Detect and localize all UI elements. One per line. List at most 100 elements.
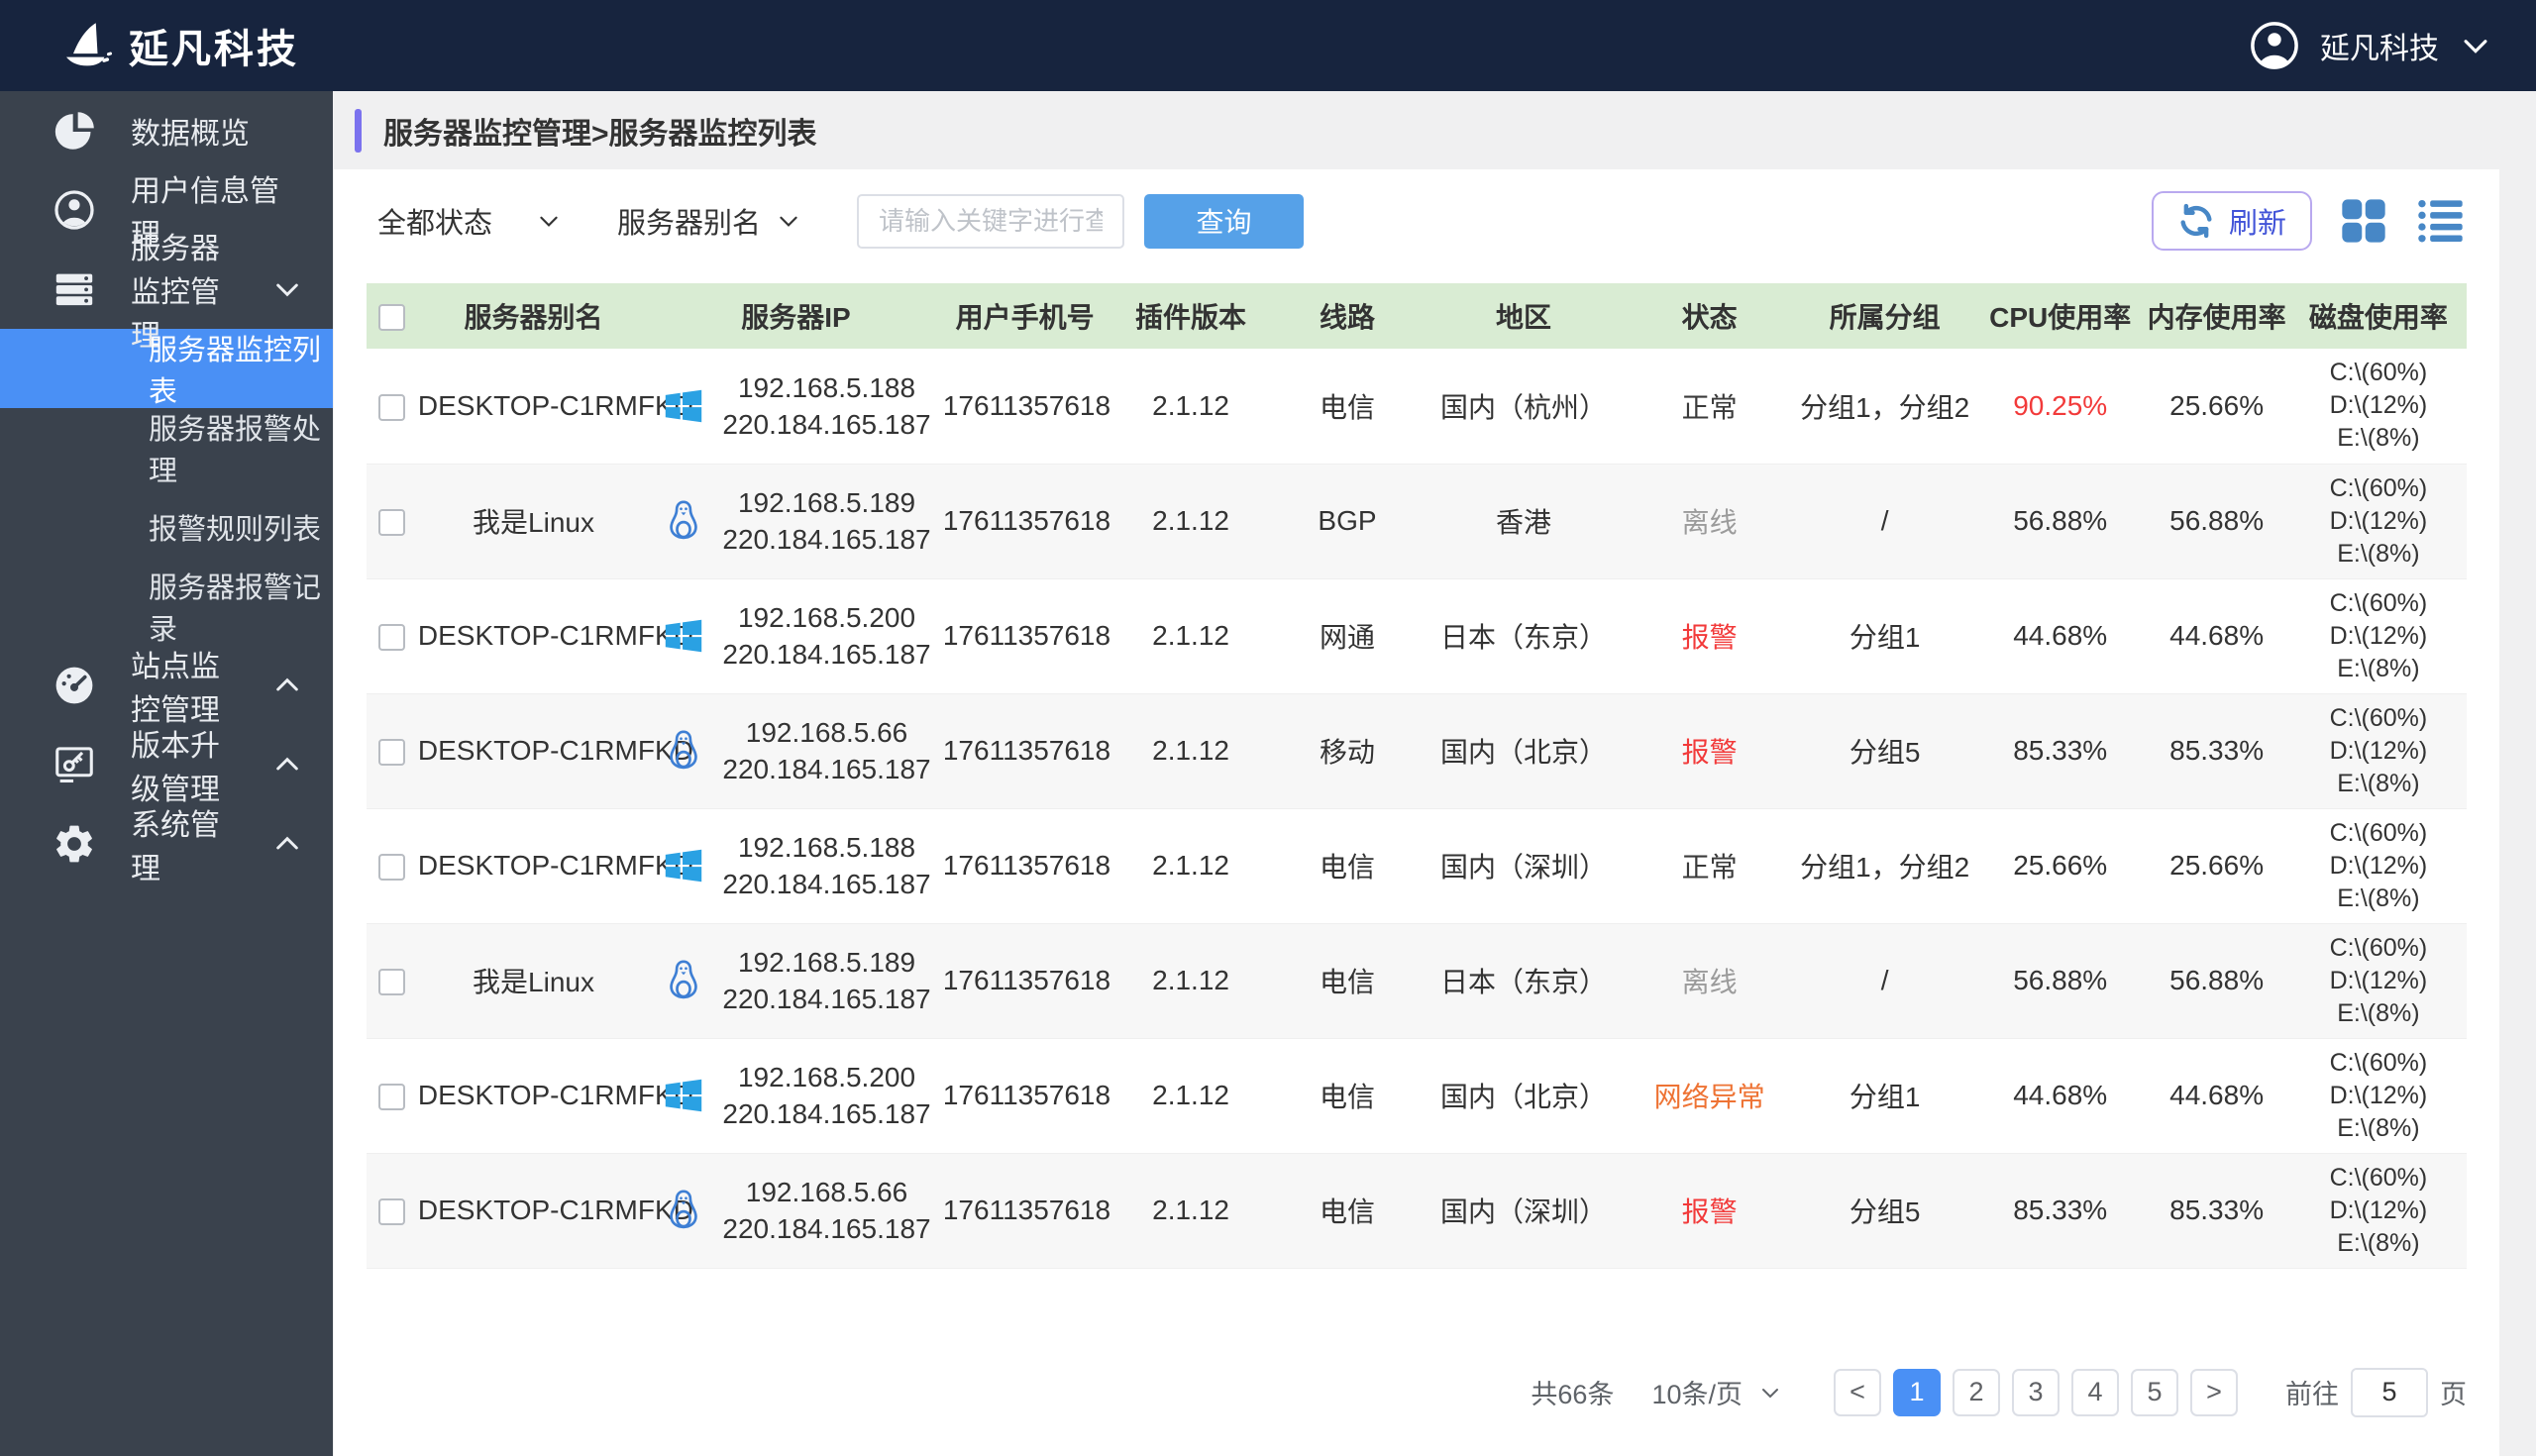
sidebar-item-data-overview[interactable]: 数据概览 [0, 91, 333, 170]
status-filter-value: 全都状态 [377, 200, 492, 242]
row-checkbox[interactable] [378, 854, 405, 881]
row-checkbox[interactable] [378, 739, 405, 766]
sidebar-item-label: 数据概览 [131, 109, 250, 153]
cell-group: / [1792, 923, 1977, 1038]
header-phone: 用户手机号 [942, 283, 1108, 349]
chevron-down-icon [776, 208, 801, 234]
cell-region: 国内（北京） [1421, 1038, 1627, 1153]
refresh-button[interactable]: 刷新 [2152, 191, 2312, 251]
sidebar-item-version-upgrade[interactable]: 版本升级管理 [0, 725, 333, 804]
cell-phone: 17611357618 [942, 464, 1108, 578]
chevron-down-icon [1758, 1381, 1782, 1404]
row-checkbox[interactable] [378, 394, 405, 421]
cell-ip: 192.168.5.189220.184.165.187 [722, 944, 930, 1017]
field-filter-select[interactable]: 服务器别名 [617, 200, 801, 242]
linux-os-icon [661, 728, 706, 774]
breadcrumb-row: 服务器监控管理>服务器监控列表 [333, 91, 2536, 169]
sidebar-item-site-monitor[interactable]: 站点监控管理 [0, 646, 333, 725]
avatar-icon [2249, 20, 2300, 71]
cell-ip: 192.168.5.200220.184.165.187 [722, 599, 930, 673]
cell-plugin-version: 2.1.12 [1108, 349, 1273, 464]
upgrade-icon [52, 742, 97, 787]
cell-disk: C:\(60%)D:\(12%)E:\(8%) [2290, 923, 2467, 1038]
cell-disk: C:\(60%)D:\(12%)E:\(8%) [2290, 349, 2467, 464]
sidebar-subitem-alarm-rules[interactable]: 报警规则列表 [0, 487, 333, 567]
table-row: DESKTOP-C1RMFKD192.168.5.66220.184.165.1… [367, 1153, 2467, 1268]
user-menu[interactable]: 延凡科技 [2249, 20, 2492, 71]
sidebar-item-label: 系统管理 [131, 800, 238, 887]
sidebar-subitem-label: 报警规则列表 [149, 506, 321, 548]
pagination: 共66条 10条/页 < 1 2 3 4 5 > 前往 页 [334, 1368, 2467, 1417]
cell-cpu: 25.66% [1977, 808, 2143, 923]
topbar: 延凡科技 延凡科技 [0, 0, 2536, 91]
grid-view-icon[interactable] [2338, 195, 2389, 247]
cell-line: 电信 [1274, 923, 1421, 1038]
cell-region: 国内（杭州） [1421, 349, 1627, 464]
row-checkbox[interactable] [378, 1084, 405, 1110]
table-body: DESKTOP-C1RMFKD192.168.5.188220.184.165.… [367, 349, 2467, 1268]
page-button-1[interactable]: 1 [1893, 1369, 1941, 1416]
search-input[interactable] [857, 194, 1124, 249]
header-status: 状态 [1627, 283, 1792, 349]
cell-line: 网通 [1274, 578, 1421, 693]
cell-status: 报警 [1627, 1153, 1792, 1268]
cell-status: 离线 [1627, 464, 1792, 578]
cell-region: 国内（北京） [1421, 693, 1627, 808]
sidebar-subitem-label: 服务器监控列表 [149, 327, 333, 410]
sidebar-subitem-alarm-records[interactable]: 服务器报警记录 [0, 567, 333, 646]
page-button-5[interactable]: 5 [2131, 1369, 2178, 1416]
page-button-2[interactable]: 2 [1953, 1369, 2000, 1416]
sidebar-item-system-manage[interactable]: 系统管理 [0, 804, 333, 884]
cell-group: 分组1 [1792, 578, 1977, 693]
cell-group: / [1792, 464, 1977, 578]
cell-plugin-version: 2.1.12 [1108, 578, 1273, 693]
cell-alias: 我是Linux [417, 464, 650, 578]
cell-cpu: 56.88% [1977, 464, 2143, 578]
cell-line: 移动 [1274, 693, 1421, 808]
sidebar-item-server-monitor[interactable]: 服务器监控管理 [0, 250, 333, 329]
cell-phone: 17611357618 [942, 349, 1108, 464]
prev-page-button[interactable]: < [1834, 1369, 1881, 1416]
sidebar-subitem-monitor-list[interactable]: 服务器监控列表 [0, 329, 333, 408]
goto-page-input[interactable] [2351, 1368, 2428, 1417]
toolbar-right: 刷新 [2152, 191, 2467, 251]
cell-memory: 25.66% [2143, 349, 2289, 464]
windows-os-icon [661, 613, 706, 659]
cell-cpu: 44.68% [1977, 578, 2143, 693]
pagination-total: 共66条 [1531, 1373, 1614, 1411]
select-all-checkbox[interactable] [378, 304, 405, 331]
row-checkbox[interactable] [378, 1198, 405, 1225]
table-header-row: 服务器别名 服务器IP 用户手机号 插件版本 线路 地区 状态 所属分组 CPU… [367, 283, 2467, 349]
cell-status: 离线 [1627, 923, 1792, 1038]
page-size-select[interactable]: 10条/页 [1651, 1373, 1782, 1411]
query-button[interactable]: 查询 [1144, 194, 1304, 249]
refresh-icon [2177, 202, 2215, 240]
cell-cpu: 56.88% [1977, 923, 2143, 1038]
table-row: DESKTOP-C1RMFKD192.168.5.188220.184.165.… [367, 349, 2467, 464]
cell-status: 正常 [1627, 808, 1792, 923]
row-checkbox[interactable] [378, 509, 405, 536]
cell-status: 报警 [1627, 578, 1792, 693]
page-button-3[interactable]: 3 [2012, 1369, 2060, 1416]
sidebar-subitem-alarm-handle[interactable]: 服务器报警处理 [0, 408, 333, 487]
cell-ip: 192.168.5.200220.184.165.187 [722, 1059, 930, 1132]
list-view-icon[interactable] [2415, 195, 2467, 247]
cell-alias: DESKTOP-C1RMFKD [417, 578, 650, 693]
sidebar-item-label: 版本升级管理 [131, 721, 238, 808]
row-checkbox[interactable] [378, 624, 405, 651]
windows-os-icon [661, 383, 706, 429]
brand[interactable]: 延凡科技 [55, 17, 299, 74]
cell-disk: C:\(60%)D:\(12%)E:\(8%) [2290, 1153, 2467, 1268]
status-filter-select[interactable]: 全都状态 [377, 200, 562, 242]
row-checkbox[interactable] [378, 969, 405, 995]
page-button-4[interactable]: 4 [2071, 1369, 2119, 1416]
cell-memory: 44.68% [2143, 578, 2289, 693]
cell-alias: DESKTOP-C1RMFKD [417, 1038, 650, 1153]
cell-memory: 25.66% [2143, 808, 2289, 923]
cell-ip: 192.168.5.66220.184.165.187 [722, 1174, 930, 1247]
cell-cpu: 85.33% [1977, 1153, 2143, 1268]
cell-phone: 17611357618 [942, 578, 1108, 693]
brand-name: 延凡科技 [129, 17, 299, 74]
chevron-up-icon [271, 749, 303, 780]
next-page-button[interactable]: > [2190, 1369, 2238, 1416]
